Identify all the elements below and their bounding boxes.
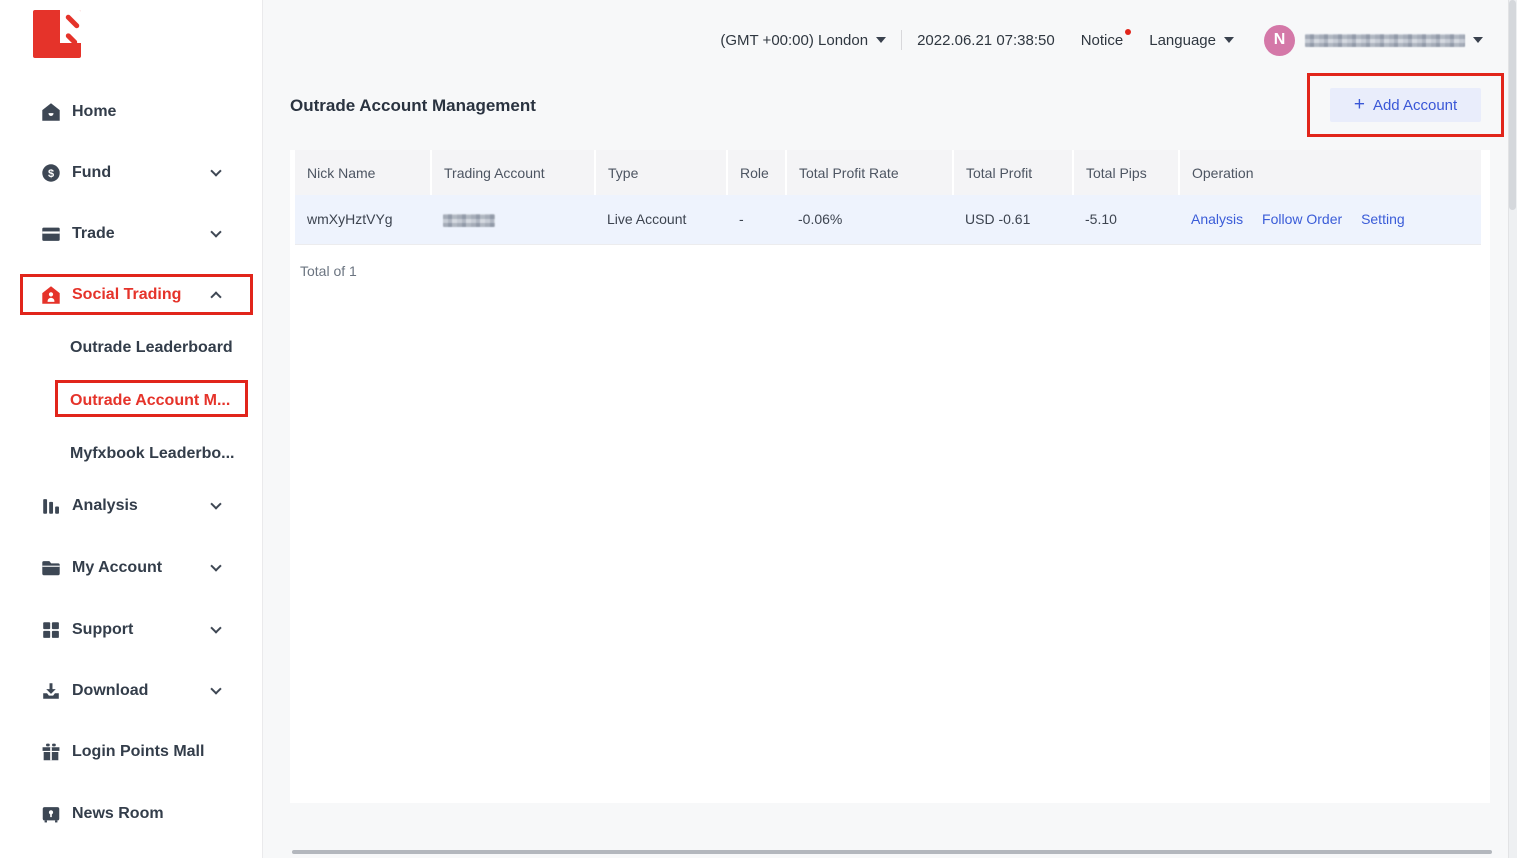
sidebar-item-label: My Account [72,559,162,577]
sidebar-item-my-account[interactable]: My Account [0,551,263,585]
timezone-label: (GMT +00:00) London [720,32,868,49]
caret-down-icon [876,37,886,43]
account-table-panel: Nick Name Trading Account Type Role Tota… [290,150,1490,803]
avatar: N [1264,25,1295,56]
sidebar-item-label: News Room [72,805,164,823]
caret-down-icon [1473,37,1483,43]
sidebar-item-myfxbook-leaderboard[interactable]: Myfxbook Leaderbo... [0,441,263,467]
col-operation: Operation [1179,150,1481,195]
analysis-icon [40,495,62,517]
home-icon [40,101,62,123]
news-room-icon [40,803,62,825]
fund-icon: $ [40,162,62,184]
col-type: Type [595,150,727,195]
col-total-pips: Total Pips [1073,150,1179,195]
setting-link[interactable]: Setting [1361,211,1405,227]
notice-label: Notice [1081,32,1124,49]
topbar: (GMT +00:00) London 2022.06.21 07:38:50 … [264,23,1483,57]
cell-nick-name: wmXyHztVYg [295,195,431,244]
sidebar-item-home[interactable]: Home [0,95,263,129]
sidebar-item-social-trading[interactable]: Social Trading [0,278,263,312]
caret-down-icon [1224,37,1234,43]
brand-logo[interactable] [33,10,81,58]
vertical-scrollbar[interactable] [1508,0,1517,858]
user-menu[interactable]: N [1234,25,1483,56]
col-nick-name: Nick Name [295,150,431,195]
sidebar-item-outrade-leaderboard[interactable]: Outrade Leaderboard [0,335,263,361]
notice-badge [1125,29,1131,35]
cell-total-profit: USD -0.61 [953,195,1073,244]
sidebar-subitem-label: Outrade Account M... [70,392,230,410]
col-total-profit-rate: Total Profit Rate [786,150,953,195]
cell-trading-account [431,195,595,244]
sidebar-item-analysis[interactable]: Analysis [0,489,263,523]
plus-icon: + [1354,95,1365,114]
page-title: Outrade Account Management [290,96,536,116]
add-account-label: Add Account [1373,97,1457,114]
sidebar-item-trade[interactable]: Trade [0,217,263,251]
sidebar-item-support[interactable]: Support [0,613,263,647]
sidebar-item-label: Support [72,621,133,639]
topbar-divider [901,30,902,50]
download-icon [40,680,62,702]
chevron-down-icon [210,498,221,509]
sidebar-item-label: Download [72,682,148,700]
chevron-down-icon [210,683,221,694]
sidebar-item-label: Social Trading [72,286,181,304]
user-name-redacted [1305,34,1465,47]
language-selector[interactable]: Language [1149,32,1234,49]
sidebar-item-label: Fund [72,164,111,182]
follow-order-link[interactable]: Follow Order [1262,211,1342,227]
cell-total-profit-rate: -0.06% [786,195,953,244]
col-role: Role [727,150,786,195]
chevron-down-icon [210,560,221,571]
sidebar-item-login-points-mall[interactable]: Login Points Mall [0,735,263,769]
language-label: Language [1149,32,1216,49]
sidebar-item-label: Login Points Mall [72,743,204,761]
sidebar-item-news-room[interactable]: News Room [0,797,263,831]
add-account-button[interactable]: + Add Account [1330,88,1481,122]
chevron-up-icon [210,291,221,302]
sidebar-item-outrade-account-management[interactable]: Outrade Account M... [0,388,263,414]
table-total-count: Total of 1 [300,263,357,279]
cell-type: Live Account [595,195,727,244]
col-total-profit: Total Profit [953,150,1073,195]
trade-icon [40,223,62,245]
sidebar-item-download[interactable]: Download [0,674,263,708]
horizontal-scrollbar-thumb[interactable] [292,850,1492,854]
datetime-label: 2022.06.21 07:38:50 [917,32,1055,49]
vertical-scrollbar-thumb[interactable] [1509,0,1516,210]
accounts-table: Nick Name Trading Account Type Role Tota… [295,150,1481,245]
social-trading-icon [40,284,62,306]
sidebar-item-fund[interactable]: $ Fund [0,156,263,190]
sidebar-subitem-label: Outrade Leaderboard [70,339,233,357]
table-header-row: Nick Name Trading Account Type Role Tota… [295,150,1481,195]
col-trading-account: Trading Account [431,150,595,195]
support-icon [40,619,62,641]
sidebar-item-label: Trade [72,225,115,243]
cell-role: - [727,195,786,244]
table-row: wmXyHztVYg Live Account - -0.06% USD -0.… [295,195,1481,244]
gift-icon [40,741,62,763]
sidebar-subitem-label: Myfxbook Leaderbo... [70,445,234,463]
chevron-down-icon [210,622,221,633]
trading-account-redacted [443,214,495,227]
sidebar-item-label: Analysis [72,497,138,515]
chevron-down-icon [210,226,221,237]
cell-total-pips: -5.10 [1073,195,1179,244]
cell-operation: Analysis Follow Order Setting [1179,195,1481,244]
my-account-icon [40,557,62,579]
sidebar-item-label: Home [72,103,116,121]
timezone-selector[interactable]: (GMT +00:00) London [720,32,886,49]
analysis-link[interactable]: Analysis [1191,211,1243,227]
sidebar: Home $ Fund Trade Social Trading Outrade… [0,0,263,858]
notice-button[interactable]: Notice [1081,32,1124,49]
svg-text:$: $ [48,168,54,180]
chevron-down-icon [210,165,221,176]
